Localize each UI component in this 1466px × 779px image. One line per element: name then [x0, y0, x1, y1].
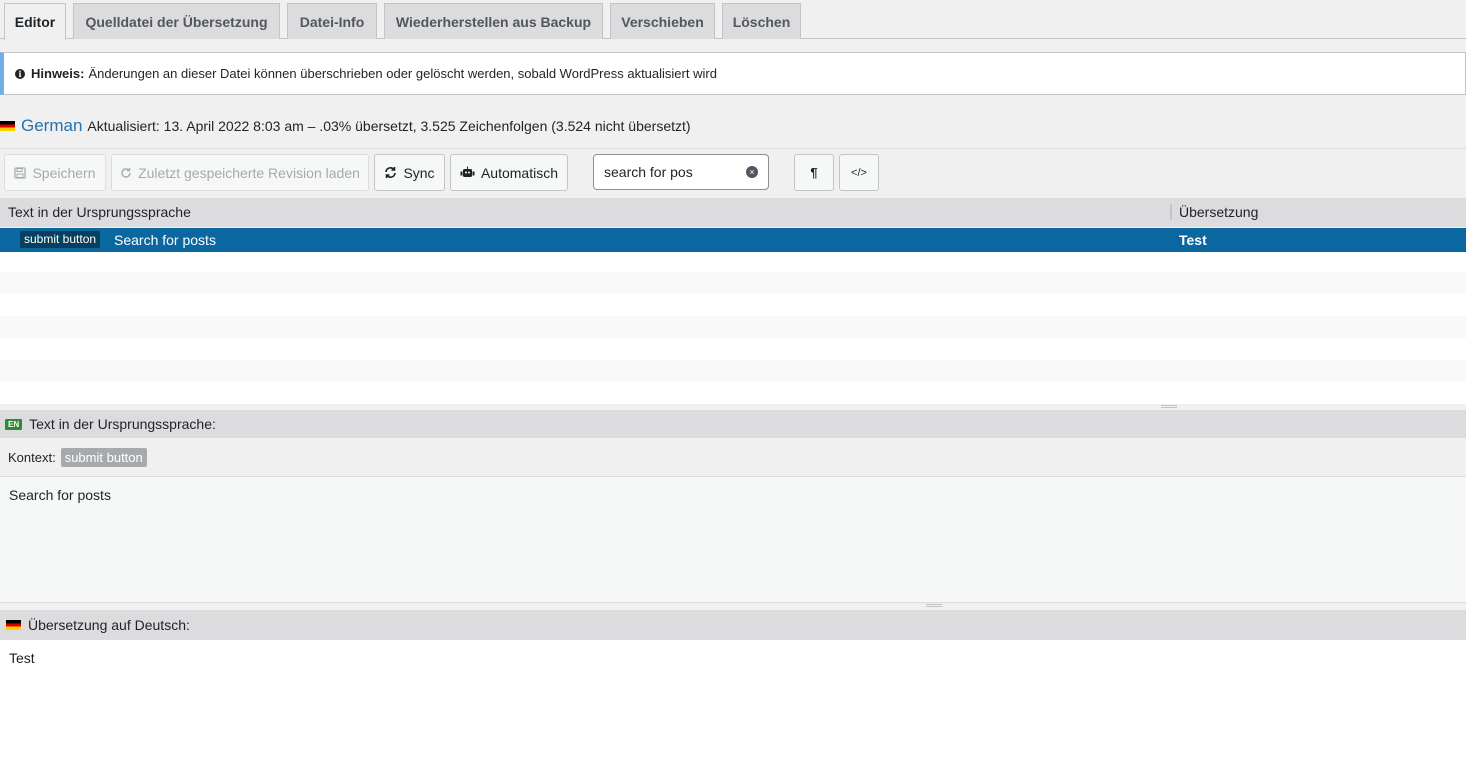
row-source-text: Search for posts [114, 232, 216, 248]
info-icon: i [15, 68, 25, 79]
splitter-grip-icon [1161, 405, 1177, 408]
pane-splitter[interactable] [0, 603, 1466, 610]
context-tag: submit button [20, 231, 101, 248]
tab-label: Datei-Info [299, 13, 365, 30]
column-source-header[interactable]: Text in der Ursprungssprache [8, 204, 191, 220]
locale-meta: Aktualisiert: 13. April 2022 8:03 am – .… [87, 118, 691, 134]
context-line: Kontext: submit button [0, 438, 1466, 477]
save-label: Speichern [32, 164, 96, 181]
column-target-header[interactable]: Übersetzung [1179, 204, 1258, 220]
tab-file-info[interactable]: Datei-Info [287, 3, 377, 39]
tab-label: Verschieben [621, 13, 704, 30]
translation-pane-header: Übersetzung auf Deutsch: [0, 610, 1466, 640]
search-input[interactable] [604, 164, 739, 180]
tab-label: Quelldatei der Übersetzung [85, 13, 268, 30]
string-table-header: Text in der Ursprungssprache Übersetzung [0, 198, 1466, 227]
tab-label: Löschen [732, 13, 791, 30]
translation-pane-title: Übersetzung auf Deutsch: [28, 617, 190, 633]
tab-restore-backup[interactable]: Wiederherstellen aus Backup [384, 3, 603, 39]
toggle-code-view-button[interactable]: </> [839, 154, 879, 191]
save-button[interactable]: Speichern [4, 154, 106, 191]
source-text: Search for posts [9, 487, 111, 503]
sync-icon [385, 167, 397, 178]
table-row[interactable]: submit button Search for posts Test [0, 228, 1466, 252]
tab-editor[interactable]: Editor [4, 3, 66, 40]
locale-header: German Aktualisiert: 13. April 2022 8:03… [0, 104, 1466, 149]
floppy-disk-icon [14, 166, 27, 179]
sync-button[interactable]: Sync [374, 154, 445, 191]
source-text-area[interactable]: Search for posts [0, 477, 1466, 603]
revision-label: Zuletzt gespeicherte Revision laden [138, 164, 360, 181]
search-field: × [593, 154, 769, 190]
clear-search-icon[interactable]: × [746, 166, 758, 178]
context-badge: submit button [60, 447, 147, 467]
code-icon: </> [851, 166, 867, 179]
column-resize-handle[interactable] [1170, 204, 1172, 220]
row-target-text: Test [1179, 232, 1207, 248]
load-revision-button[interactable]: Zuletzt gespeicherte Revision laden [111, 154, 369, 191]
sync-label: Sync [403, 164, 435, 181]
auto-label: Automatisch [480, 164, 559, 181]
robot-icon [460, 166, 475, 177]
german-flag-icon [6, 620, 21, 630]
german-flag-icon [0, 121, 15, 131]
string-list: submit button Search for posts Test [0, 228, 1466, 404]
translation-text-area[interactable]: Test [0, 640, 1466, 779]
tab-bar: Editor Quelldatei der Übersetzung Datei-… [0, 0, 1466, 40]
tab-delete[interactable]: Löschen [722, 3, 801, 39]
tab-label: Wiederherstellen aus Backup [395, 13, 592, 30]
update-notice: i Hinweis: Änderungen an dieser Datei kö… [0, 52, 1466, 95]
toggle-invisibles-button[interactable]: ¶ [794, 154, 834, 191]
editor-toolbar: Speichern Zuletzt gespeicherte Revision … [0, 153, 1466, 193]
notice-label: Hinweis: [31, 66, 85, 81]
empty-row [0, 360, 1466, 382]
tab-source-file[interactable]: Quelldatei der Übersetzung [73, 3, 280, 39]
auto-translate-button[interactable]: Automatisch [450, 154, 568, 191]
translation-text: Test [9, 650, 35, 666]
splitter-grip-icon [926, 604, 942, 607]
tab-label: Editor [14, 14, 56, 30]
context-label: Kontext: [8, 449, 56, 465]
empty-row [0, 316, 1466, 338]
source-pane-header: EN Text in der Ursprungssprache: [0, 410, 1466, 438]
english-flag-icon: EN [5, 418, 23, 430]
locale-link[interactable]: German [21, 116, 82, 136]
pilcrow-icon: ¶ [810, 165, 818, 180]
reload-icon [121, 167, 131, 178]
notice-text: Änderungen an dieser Datei können übersc… [88, 66, 717, 81]
empty-row [0, 272, 1466, 294]
source-pane-title: Text in der Ursprungssprache: [29, 416, 216, 432]
tab-move[interactable]: Verschieben [610, 3, 715, 39]
